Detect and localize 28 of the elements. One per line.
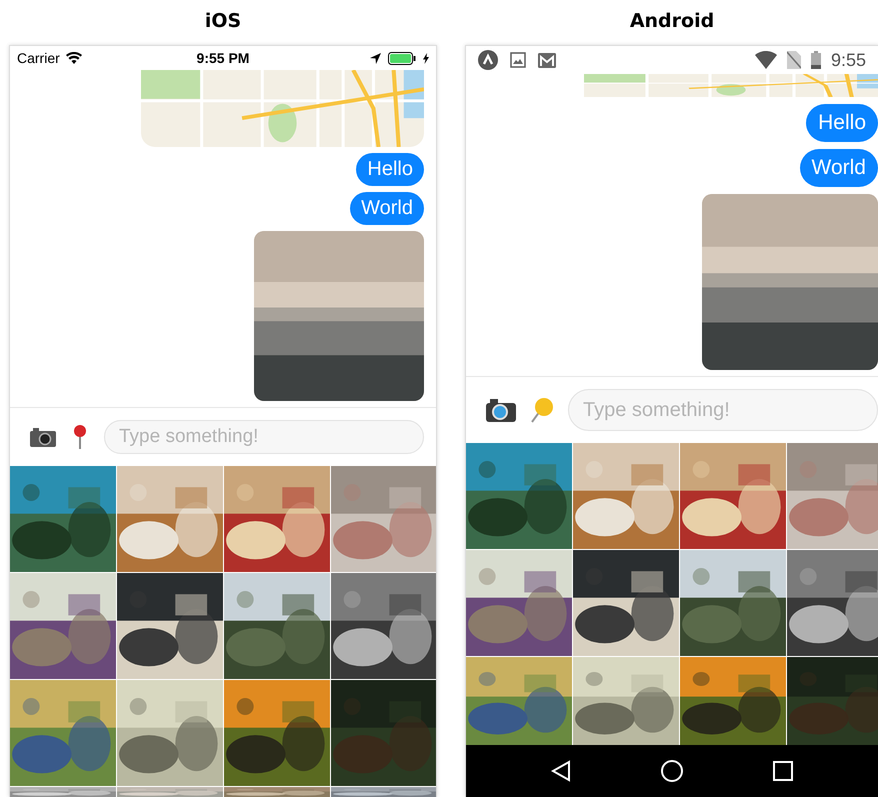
pushpin-icon[interactable] [530, 397, 554, 423]
recents-button[interactable] [773, 761, 794, 781]
camera-icon[interactable] [30, 427, 56, 447]
message-bubble: Hello [356, 153, 424, 186]
camera-icon[interactable] [486, 398, 516, 422]
message-input[interactable]: Type something! [104, 420, 424, 454]
no-sim-icon [786, 51, 801, 69]
back-button[interactable] [550, 760, 571, 782]
app-notification-icon [478, 50, 498, 70]
charging-bolt-icon [423, 52, 429, 64]
message-bubble: World [800, 149, 878, 187]
home-button[interactable] [660, 759, 684, 783]
clock-time: 9:55 [830, 50, 866, 70]
mail-notification-icon [538, 52, 556, 68]
location-arrow-icon [370, 52, 381, 64]
message-bubble: World [350, 192, 424, 225]
carrier-label: Carrier [17, 50, 60, 66]
battery-icon [810, 51, 821, 69]
pin-icon[interactable] [73, 425, 87, 449]
wifi-icon [754, 51, 777, 69]
clock-time: 9:55 PM [196, 50, 250, 66]
platform-heading: Android [630, 9, 714, 34]
message-bubble: Hello [806, 104, 878, 142]
wifi-icon [66, 52, 82, 64]
image-notification-icon [510, 52, 526, 68]
message-input[interactable]: Type something! [568, 389, 878, 431]
platform-heading: iOS [204, 9, 242, 34]
battery-icon [388, 52, 416, 64]
